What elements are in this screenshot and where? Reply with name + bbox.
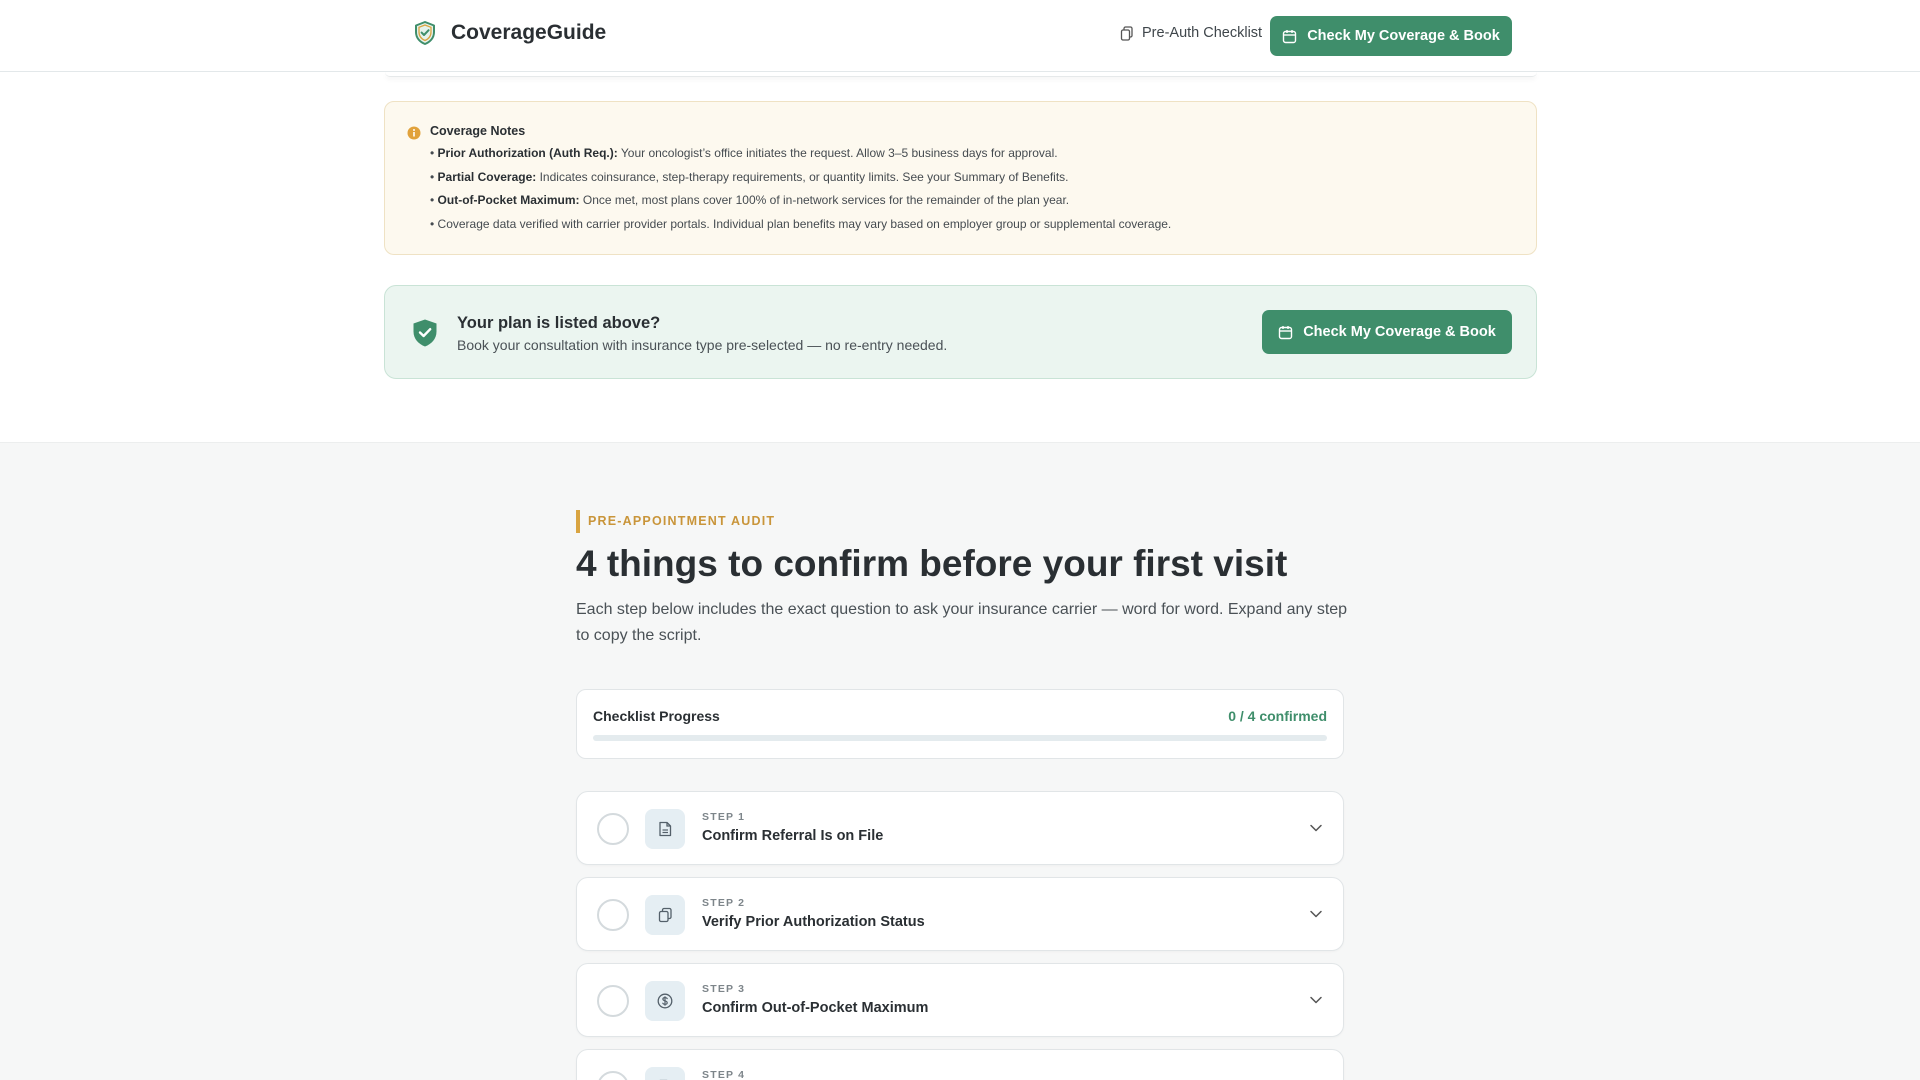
coverage-table-card-edge	[385, 72, 1537, 77]
check-coverage-book-button[interactable]: Check My Coverage & Book	[1270, 16, 1512, 56]
coverage-note-text: Your oncologist’s office initiates the r…	[617, 146, 1058, 160]
calendar-icon	[1279, 325, 1293, 339]
step-icon-tile	[645, 1067, 685, 1080]
chevron-down-icon[interactable]	[1309, 907, 1323, 921]
info-icon	[407, 126, 421, 140]
plan-check-coverage-book-label: Check My Coverage & Book	[1303, 324, 1496, 340]
shield-check-icon	[413, 319, 437, 347]
coverage-note-term: Prior Authorization (Auth Req.):	[437, 146, 618, 160]
top-nav: CoverageGuide Pre-Auth Checklist Check M…	[0, 0, 1920, 72]
step-title: Verify Prior Authorization Status	[702, 914, 925, 930]
calendar-icon	[1283, 29, 1297, 43]
step-number: STEP 3	[702, 983, 746, 995]
plan-banner-title: Your plan is listed above?	[457, 314, 661, 332]
coverage-notes-box: Coverage Notes • Prior Authorization (Au…	[384, 101, 1537, 255]
dollar-circle-icon	[657, 993, 673, 1009]
step-icon-tile	[645, 895, 685, 935]
checklist-progress-bar	[593, 735, 1327, 741]
step-number: STEP 4	[702, 1069, 746, 1080]
pre-appointment-audit-section: PRE-APPOINTMENT AUDIT 4 things to confir…	[0, 442, 1920, 1080]
pre-auth-checklist-link[interactable]: Pre-Auth Checklist	[1120, 25, 1262, 41]
step-confirm-checkbox[interactable]	[597, 1071, 629, 1080]
step-icon-tile	[645, 981, 685, 1021]
clipboard-copy-icon	[658, 907, 672, 923]
pre-auth-checklist-label: Pre-Auth Checklist	[1142, 25, 1263, 41]
step-confirm-checkbox[interactable]	[597, 813, 629, 845]
coverage-section: Coverage Notes • Prior Authorization (Au…	[0, 72, 1920, 442]
coverage-notes-title: Coverage Notes	[430, 124, 526, 138]
step-confirm-checkbox[interactable]	[597, 899, 629, 931]
step-title: Confirm Referral Is on File	[702, 828, 884, 844]
checklist-progress-count: 0 / 4 confirmed	[1228, 708, 1327, 724]
document-icon	[659, 821, 672, 837]
section-lede: Each step below includes the exact quest…	[576, 601, 1348, 644]
coverage-note-item: • Coverage data verified with carrier pr…	[430, 216, 1172, 231]
brand-name: CoverageGuide	[451, 21, 607, 44]
step-confirm-checkbox[interactable]	[597, 985, 629, 1017]
checklist-step-3[interactable]: STEP 3 Confirm Out-of-Pocket Maximum	[576, 963, 1344, 1037]
step-title: Confirm Out-of-Pocket Maximum	[702, 1000, 929, 1016]
checklist-progress-label: Checklist Progress	[593, 708, 720, 724]
checklist-step-4[interactable]: STEP 4	[576, 1049, 1344, 1080]
coverage-note-item: • Out-of-Pocket Maximum: Once met, most …	[430, 193, 1070, 207]
step-number: STEP 1	[702, 811, 746, 823]
checklist-step-2[interactable]: STEP 2 Verify Prior Authorization Status	[576, 877, 1344, 951]
step-icon-tile	[645, 809, 685, 849]
plan-listed-banner: Your plan is listed above? Book your con…	[384, 285, 1537, 379]
brand-logo-link[interactable]: CoverageGuide	[413, 20, 606, 46]
plan-banner-subtitle: Book your consultation with insurance ty…	[457, 337, 948, 353]
chevron-down-icon[interactable]	[1309, 821, 1323, 835]
step-number: STEP 2	[702, 897, 746, 909]
clipboard-copy-icon	[1120, 25, 1133, 41]
chevron-down-icon[interactable]	[1309, 993, 1323, 1007]
check-coverage-book-label: Check My Coverage & Book	[1307, 28, 1500, 44]
plan-check-coverage-book-button[interactable]: Check My Coverage & Book	[1262, 310, 1512, 354]
coverage-note-item: • Prior Authorization (Auth Req.): Your …	[430, 146, 1058, 160]
section-eyebrow: PRE-APPOINTMENT AUDIT	[576, 510, 775, 533]
coverage-note-text: Once met, most plans cover 100% of in-ne…	[579, 193, 1070, 207]
checklist-step-1[interactable]: STEP 1 Confirm Referral Is on File	[576, 791, 1344, 865]
coverage-note-item: • Partial Coverage: Indicates coinsuranc…	[430, 169, 1069, 184]
coverage-note-term: Partial Coverage:	[437, 169, 537, 184]
coverage-note-term: Out-of-Pocket Maximum:	[437, 193, 580, 207]
coverage-note-text: Indicates coinsurance, step-therapy requ…	[536, 169, 1069, 184]
shield-check-icon	[415, 21, 435, 45]
coverage-note-text: Coverage data verified with carrier prov…	[437, 216, 1172, 231]
coverage-notes-list: • Prior Authorization (Auth Req.): Your …	[430, 145, 1171, 239]
section-headline: 4 things to confirm before your first vi…	[576, 543, 1288, 584]
checklist-progress-card: Checklist Progress 0 / 4 confirmed	[576, 689, 1344, 759]
